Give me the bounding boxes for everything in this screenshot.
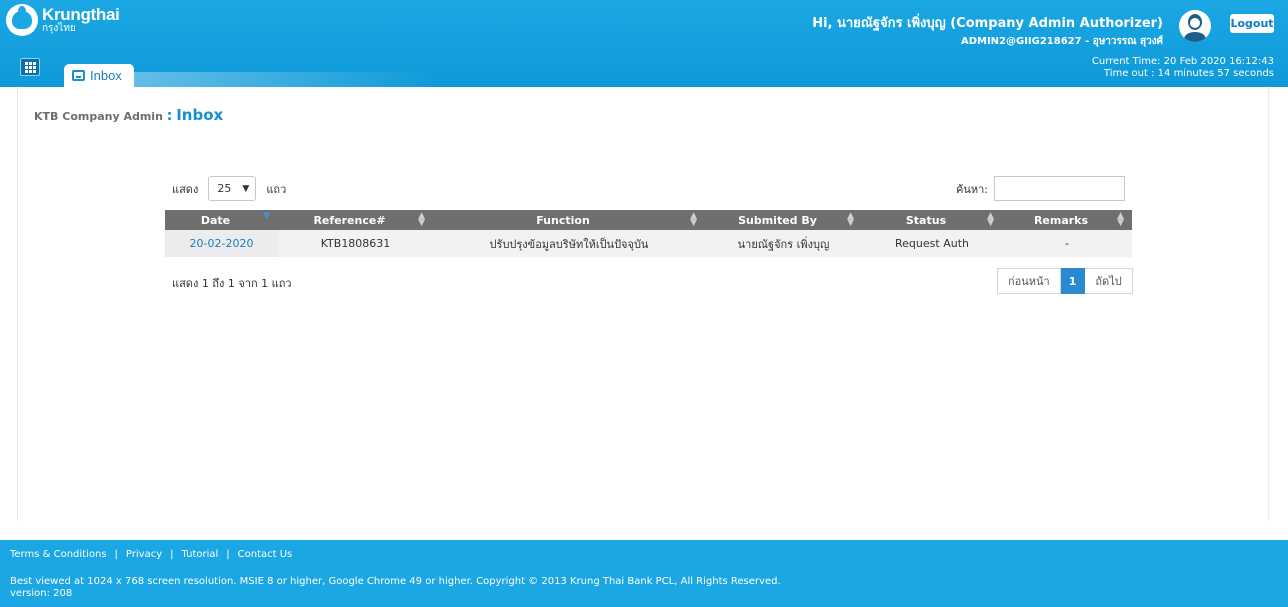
krungthai-logo[interactable]: Krungthai กรุงไทย <box>6 4 120 36</box>
column-header-reference[interactable]: Reference# ▲ ▼ <box>278 210 433 230</box>
app-menu-button[interactable] <box>20 58 40 76</box>
column-header-status[interactable]: Status ▲ ▼ <box>862 210 1002 230</box>
session-info: Current Time: 20 Feb 2020 16:12:43 Time … <box>1092 56 1274 80</box>
grid-icon <box>24 61 36 73</box>
sort-icon: ▲ ▼ <box>847 211 854 228</box>
show-label: แสดง <box>172 182 199 196</box>
inbox-icon <box>72 70 85 81</box>
sort-icon: ▲ ▼ <box>418 211 425 228</box>
footer-separator: | <box>226 549 230 560</box>
tab-strip <box>134 72 434 87</box>
footer-links: Terms & Conditions | Privacy | Tutorial … <box>10 549 292 560</box>
footer-separator: | <box>170 549 174 560</box>
user-greeting: Hi, นายณัฐจักร เพิ่งบุญ (Company Admin A… <box>812 16 1163 31</box>
breadcrumb: KTB Company Admin : Inbox <box>34 106 223 124</box>
sort-icon: ▲ ▼ <box>987 211 994 228</box>
table-header-row: Date ▼ Reference# ▲ ▼ Function ▲ ▼ Submited B… <box>165 210 1132 230</box>
page-length-value: 25 <box>217 182 232 195</box>
terms-link[interactable]: Terms & Conditions <box>10 549 107 560</box>
page-length-select[interactable]: 25 ▼ <box>208 176 257 201</box>
column-header-remarks[interactable]: Remarks ▲ ▼ <box>1002 210 1132 230</box>
privacy-link[interactable]: Privacy <box>126 549 162 560</box>
date-link[interactable]: 20-02-2020 <box>190 237 254 250</box>
footer-separator: | <box>114 549 118 560</box>
version-text: version: 208 <box>10 588 73 599</box>
column-header-function[interactable]: Function ▲ ▼ <box>433 210 705 230</box>
current-time: Current Time: 20 Feb 2020 16:12:43 <box>1091 56 1274 67</box>
cell-function: ปรับปรุงข้อมูลบริษัทให้เป็นปัจจุบัน <box>433 230 705 257</box>
table-info: แสดง 1 ถึง 1 จาก 1 แถว <box>172 277 292 290</box>
rows-label: แถว <box>266 182 287 196</box>
caret-down-icon: ▼ <box>242 183 250 194</box>
content-area <box>17 87 1269 521</box>
page-button-1[interactable]: 1 <box>1060 268 1086 294</box>
tab-inbox-label: Inbox <box>90 68 122 83</box>
page-length-control: แสดง 25 ▼ แถว <box>172 176 286 201</box>
footer: Terms & Conditions | Privacy | Tutorial … <box>0 540 1288 607</box>
tutorial-link[interactable]: Tutorial <box>182 549 219 560</box>
user-account: ADMIN2@GIIG218627 - อุษาวรรณ สุวงศ์ <box>960 36 1163 47</box>
breadcrumb-section[interactable]: KTB Company Admin <box>34 110 163 123</box>
top-header: Krungthai กรุงไทย Inbox Hi, นายณัฐจักร เ… <box>0 0 1288 87</box>
inbox-table: Date ▼ Reference# ▲ ▼ Function ▲ ▼ Submited B… <box>165 210 1132 257</box>
contact-link[interactable]: Contact Us <box>238 549 293 560</box>
column-header-submitted-by[interactable]: Submited By ▲ ▼ <box>705 210 862 230</box>
cell-status: Request Auth <box>862 230 1002 257</box>
next-page-button[interactable]: ถัดไป <box>1085 268 1133 294</box>
breadcrumb-separator: : <box>166 108 173 124</box>
pagination: ก่อนหน้า 1 ถัดไป <box>997 268 1133 294</box>
krungthai-logo-icon <box>6 4 38 36</box>
column-header-date[interactable]: Date ▼ <box>165 210 278 230</box>
search-label: ค้นหา: <box>956 182 989 196</box>
cell-reference: KTB1808631 <box>278 230 433 257</box>
search-control: ค้นหา: <box>956 176 1126 201</box>
user-info: Hi, นายณัฐจักร เพิ่งบุญ (Company Admin A… <box>812 12 1163 49</box>
sort-desc-icon: ▼ <box>263 211 270 221</box>
sort-icon: ▲ ▼ <box>1117 211 1124 228</box>
sort-icon: ▲ ▼ <box>690 211 697 228</box>
cell-remarks: - <box>1002 230 1132 257</box>
search-input[interactable] <box>994 176 1126 201</box>
cell-submitted-by: นายณัฐจักร เพิ่งบุญ <box>705 230 862 257</box>
logo-name-th: กรุงไทย <box>42 23 76 34</box>
logo-name-en: Krungthai <box>42 5 120 24</box>
logout-button[interactable]: Logout <box>1230 14 1274 33</box>
copyright-text: Best viewed at 1024 x 768 screen resolut… <box>10 576 781 587</box>
session-timeout: Time out : 14 minutes 57 seconds <box>1103 68 1274 79</box>
table-row[interactable]: 20-02-2020 KTB1808631 ปรับปรุงข้อมูลบริษ… <box>165 230 1132 257</box>
avatar[interactable] <box>1179 10 1211 42</box>
tab-inbox[interactable]: Inbox <box>64 64 134 87</box>
prev-page-button[interactable]: ก่อนหน้า <box>997 268 1061 294</box>
page-title: Inbox <box>176 106 224 124</box>
